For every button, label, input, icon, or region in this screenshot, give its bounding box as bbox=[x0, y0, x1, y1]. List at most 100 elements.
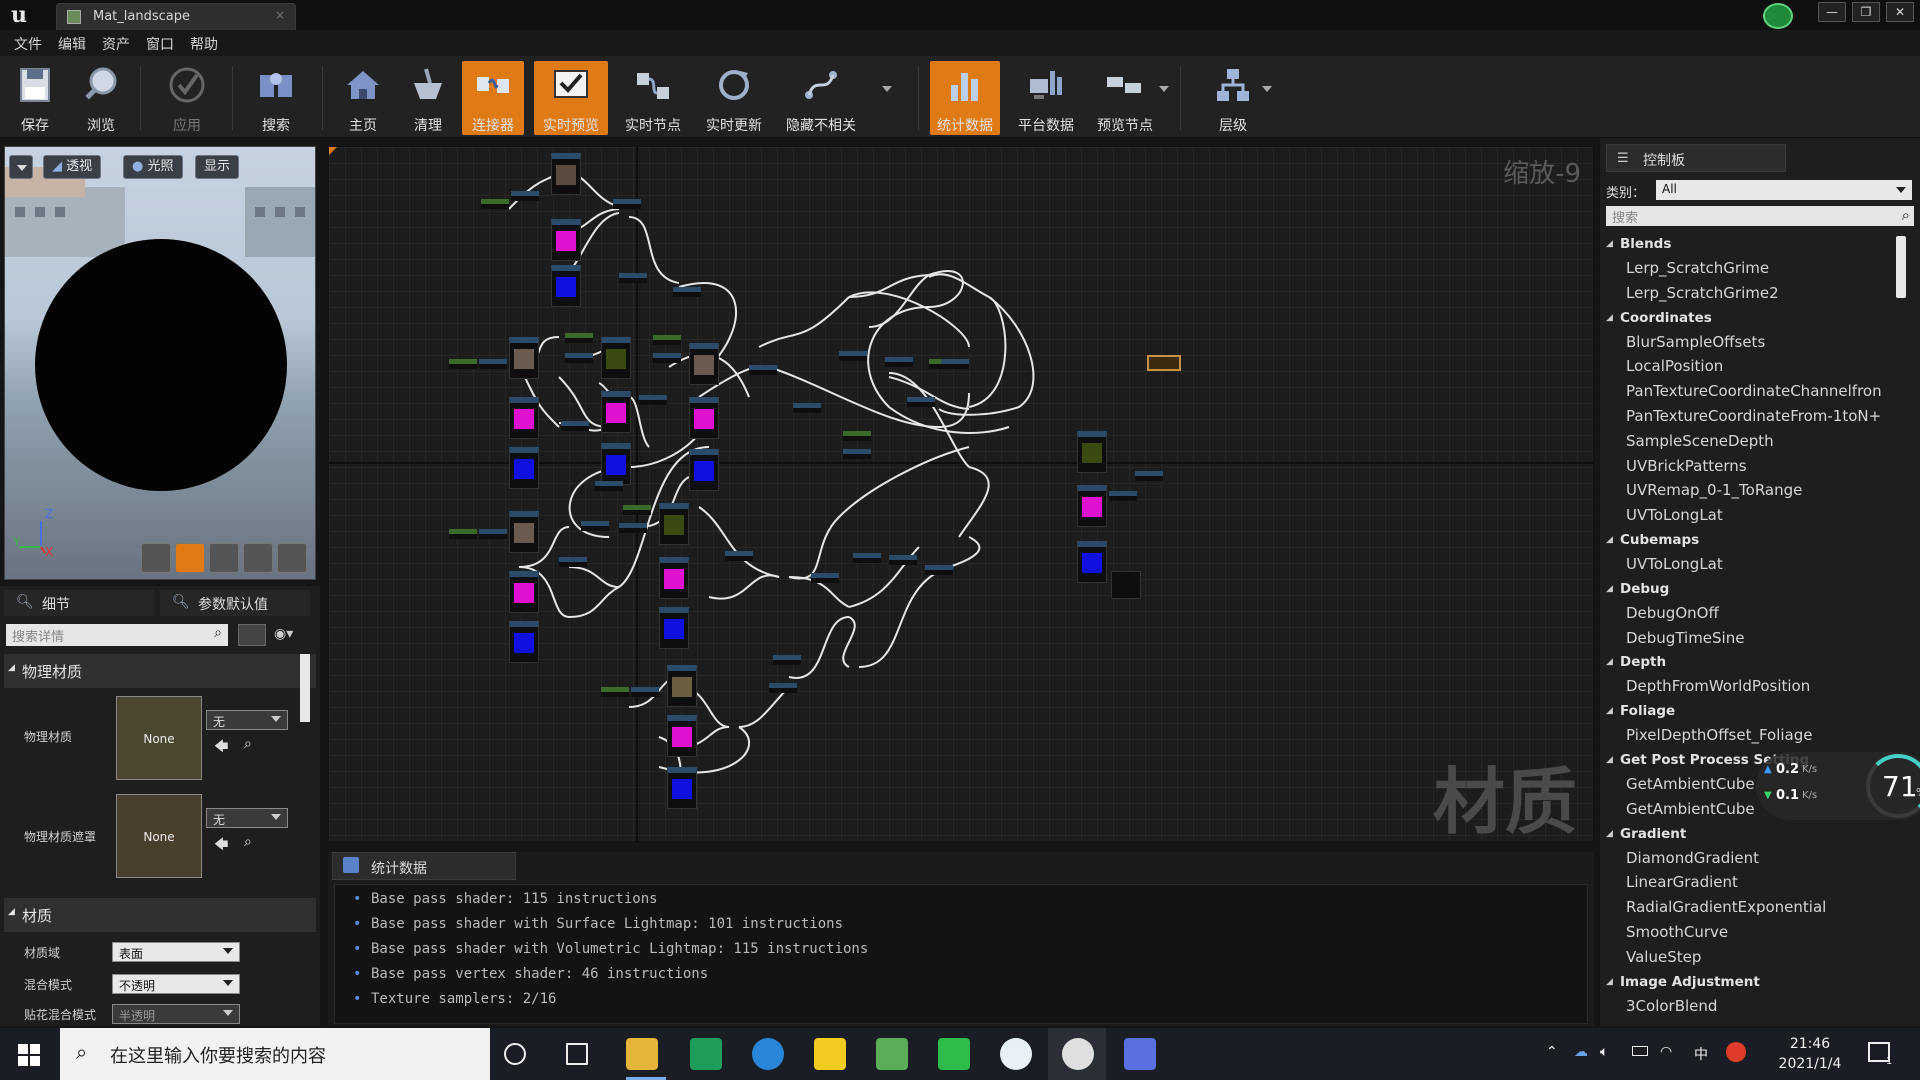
palette-item[interactable]: LocalPosition bbox=[1606, 354, 1896, 379]
use-selected-arrow-icon[interactable]: 🡄 bbox=[214, 834, 228, 858]
graph-node[interactable] bbox=[907, 397, 935, 407]
app-circle-icon[interactable] bbox=[1000, 1038, 1032, 1070]
graph-node[interactable] bbox=[689, 397, 719, 439]
details-scrollbar[interactable] bbox=[300, 654, 310, 722]
palette-scrollbar[interactable] bbox=[1896, 236, 1906, 298]
palette-search-input[interactable]: 搜索 ⌕ bbox=[1606, 206, 1914, 226]
graph-node[interactable] bbox=[1135, 471, 1163, 481]
tab-stats[interactable]: 统计数据 bbox=[332, 852, 516, 880]
graph-node[interactable] bbox=[689, 343, 719, 385]
palette-item[interactable]: RadialGradientExponential bbox=[1606, 895, 1896, 920]
phys-mask-dropdown[interactable]: 无 bbox=[206, 808, 288, 828]
show-button[interactable]: 显示 bbox=[195, 155, 240, 179]
palette-item[interactable]: Lerp_ScratchGrime bbox=[1606, 256, 1896, 281]
task-view-icon[interactable] bbox=[566, 1043, 588, 1065]
graph-node[interactable] bbox=[811, 573, 839, 583]
graph-node[interactable] bbox=[1111, 571, 1141, 599]
section-physical-material[interactable]: ◢ 物理材质 bbox=[4, 654, 316, 688]
menu-edit[interactable]: 编辑 bbox=[56, 30, 100, 56]
tab-details[interactable]: 🔍︎ 细节 bbox=[4, 590, 154, 616]
tab-param-defaults[interactable]: 🔍︎ 参数默认值 bbox=[160, 590, 310, 616]
graph-node[interactable] bbox=[481, 199, 509, 209]
live-update-button[interactable]: 实时更新 bbox=[699, 61, 769, 135]
graph-node[interactable] bbox=[853, 553, 881, 563]
graph-node[interactable] bbox=[659, 503, 689, 545]
start-button[interactable] bbox=[0, 1028, 58, 1080]
palette-item[interactable]: UVToLongLat bbox=[1606, 503, 1896, 528]
battery-icon[interactable] bbox=[1632, 1046, 1648, 1056]
wechat-icon[interactable] bbox=[938, 1038, 970, 1070]
graph-node[interactable] bbox=[565, 353, 593, 363]
graph-node[interactable] bbox=[667, 665, 697, 707]
palette-item[interactable]: SampleSceneDepth bbox=[1606, 429, 1896, 454]
palette-item[interactable]: DebugTimeSine bbox=[1606, 626, 1896, 651]
category-dropdown[interactable]: All bbox=[1656, 180, 1912, 200]
palette-item[interactable]: PixelDepthOffset_Foliage bbox=[1606, 723, 1896, 748]
ime-indicator[interactable]: 中 bbox=[1694, 1044, 1708, 1064]
graph-canvas[interactable] bbox=[329, 147, 1594, 842]
graph-node[interactable] bbox=[925, 565, 953, 575]
graph-node[interactable] bbox=[613, 199, 641, 209]
graph-node[interactable] bbox=[601, 443, 631, 485]
graph-node[interactable] bbox=[653, 353, 681, 363]
graph-node[interactable] bbox=[509, 397, 539, 439]
media-player-icon[interactable] bbox=[814, 1038, 846, 1070]
graph-node[interactable] bbox=[1077, 431, 1107, 473]
palette-item[interactable]: ValueStep bbox=[1606, 945, 1896, 970]
graph-node[interactable] bbox=[839, 351, 867, 361]
taskbar-search-box[interactable]: ⌕ 在这里输入你要搜索的内容 bbox=[60, 1028, 490, 1080]
graph-node[interactable] bbox=[449, 529, 477, 539]
section-material[interactable]: ◢ 材质 bbox=[4, 898, 316, 932]
graph-node[interactable] bbox=[561, 421, 589, 431]
view-options-grid-icon[interactable] bbox=[238, 624, 266, 646]
graph-node[interactable] bbox=[601, 687, 629, 697]
restore-button[interactable]: ❐ bbox=[1852, 2, 1880, 22]
graph-node[interactable] bbox=[1077, 541, 1107, 583]
palette-item[interactable]: DiamondGradient bbox=[1606, 846, 1896, 871]
hierarchy-dropdown-icon[interactable] bbox=[1262, 86, 1272, 92]
graph-node[interactable] bbox=[619, 273, 647, 283]
preview-node-button[interactable]: 预览节点 bbox=[1090, 61, 1160, 135]
blend-mode-dropdown[interactable]: 不透明 bbox=[112, 974, 240, 994]
graph-node[interactable] bbox=[509, 621, 539, 663]
graph-node[interactable] bbox=[769, 683, 797, 693]
pycharm-icon[interactable] bbox=[690, 1038, 722, 1070]
palette-item[interactable]: UVRemap_0-1_ToRange bbox=[1606, 478, 1896, 503]
graph-node[interactable] bbox=[941, 359, 969, 369]
clean-button[interactable]: 清理 bbox=[393, 61, 463, 135]
graph-node[interactable] bbox=[793, 403, 821, 413]
home-button[interactable]: 主页 bbox=[328, 61, 398, 135]
palette-category[interactable]: Coordinates bbox=[1606, 306, 1896, 330]
document-tab[interactable]: Mat_landscape × bbox=[56, 3, 296, 30]
graph-node[interactable] bbox=[725, 551, 753, 561]
palette-category[interactable]: Cubemaps bbox=[1606, 528, 1896, 552]
palette-category[interactable]: Blends bbox=[1606, 232, 1896, 256]
graph-node[interactable] bbox=[551, 153, 581, 195]
sogou-ime-icon[interactable] bbox=[1726, 1042, 1746, 1062]
more-dropdown-icon[interactable] bbox=[882, 86, 892, 92]
graph-node[interactable] bbox=[1109, 491, 1137, 501]
graph-node[interactable] bbox=[667, 767, 697, 809]
palette-category[interactable]: Debug bbox=[1606, 577, 1896, 601]
notes-app-icon[interactable] bbox=[876, 1038, 908, 1070]
graph-node[interactable] bbox=[623, 505, 651, 515]
file-explorer-icon[interactable] bbox=[626, 1038, 658, 1070]
live-nodes-button[interactable]: 实时节点 bbox=[618, 61, 688, 135]
menu-help[interactable]: 帮助 bbox=[188, 30, 232, 56]
preview-dropdown-icon[interactable] bbox=[1159, 86, 1169, 92]
graph-node[interactable] bbox=[559, 557, 587, 567]
graph-node[interactable] bbox=[639, 395, 667, 405]
apply-button[interactable]: 应用 bbox=[152, 61, 222, 135]
palette-item[interactable]: SmoothCurve bbox=[1606, 920, 1896, 945]
graph-node[interactable] bbox=[659, 557, 689, 599]
browse-button[interactable]: 浏览 bbox=[66, 61, 136, 135]
graph-node[interactable] bbox=[653, 335, 681, 345]
palette-category[interactable]: Foliage bbox=[1606, 699, 1896, 723]
palette-item[interactable]: Lerp_ScratchGrime2 bbox=[1606, 281, 1896, 306]
graph-node[interactable] bbox=[773, 655, 801, 665]
volume-icon[interactable]: 🔈︎ bbox=[1600, 1044, 1608, 1060]
source-control-icon[interactable] bbox=[1763, 3, 1793, 29]
lit-button[interactable]: ● 光照 bbox=[123, 155, 183, 179]
graph-node[interactable] bbox=[673, 287, 701, 297]
graph-node[interactable] bbox=[659, 607, 689, 649]
